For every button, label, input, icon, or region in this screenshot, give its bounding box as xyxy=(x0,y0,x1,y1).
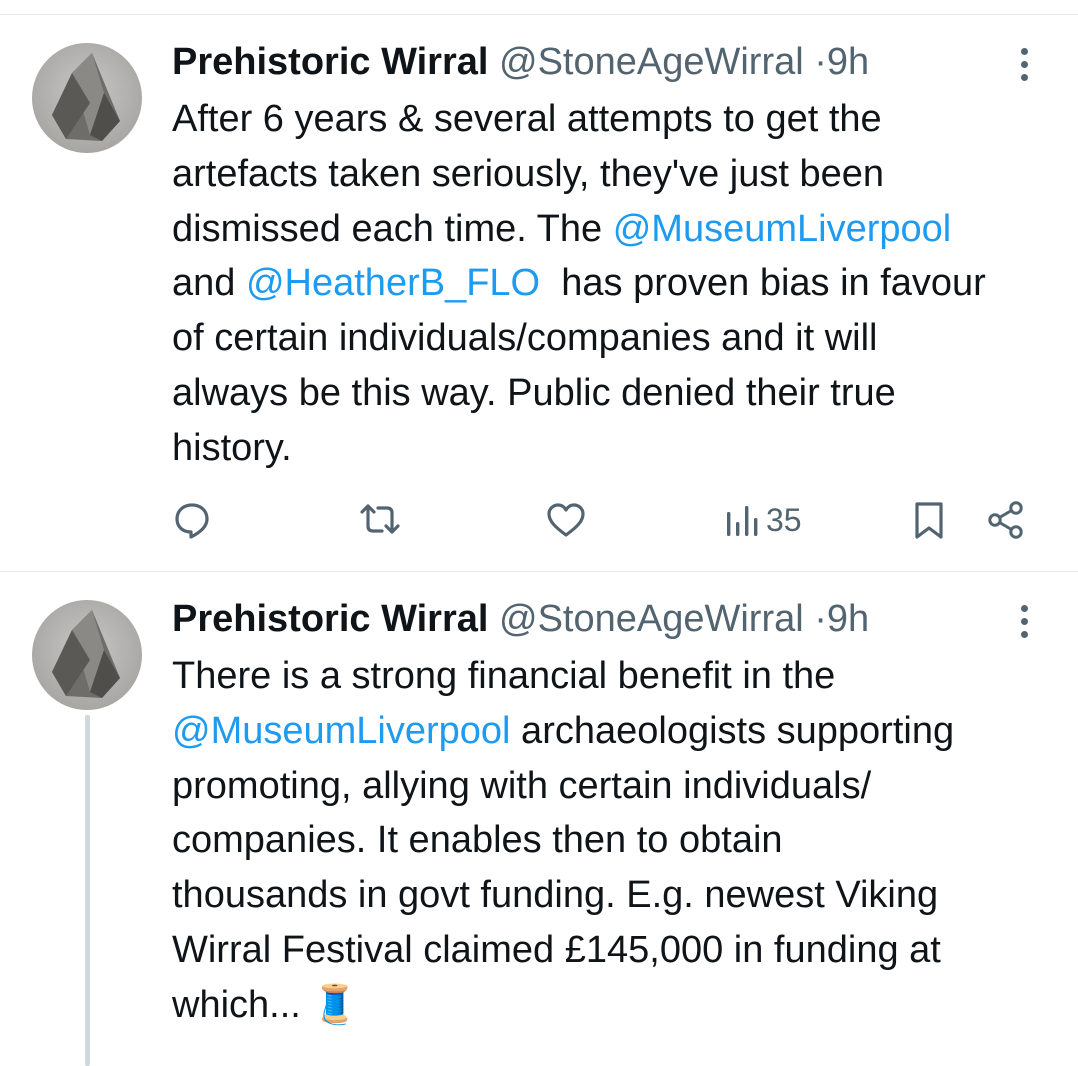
retweet-icon xyxy=(360,504,400,534)
separator-dot: · xyxy=(814,41,827,83)
more-options-icon[interactable] xyxy=(1014,48,1034,84)
tweet-header: Prehistoric Wirral @StoneAgeWirral ·9h xyxy=(172,597,869,641)
tweet-text-line: After 6 years & several attempts to get … xyxy=(172,98,882,140)
stone-artifact-image xyxy=(52,610,120,698)
tweet-header: Prehistoric Wirral @StoneAgeWirral ·9h xyxy=(172,40,869,84)
views-count: 35 xyxy=(766,501,802,538)
tweet-text-line: dismissed each time. The @MuseumLiverpoo… xyxy=(172,202,1052,257)
timestamp[interactable]: 9h xyxy=(827,41,869,83)
thread-line xyxy=(85,715,90,1066)
tweet-text-segment: archaeologists supporting xyxy=(510,709,955,752)
tweet-text-segment: which... xyxy=(172,983,312,1026)
tweet-text-line: @MuseumLiverpool archaeologists supporti… xyxy=(172,704,1072,759)
user-handle[interactable]: @StoneAgeWirral xyxy=(499,41,804,83)
tweet-text-line: of certain individuals/companies and it … xyxy=(172,317,878,360)
stone-artifact-image xyxy=(52,53,120,141)
tweet-text-line: history. xyxy=(172,426,292,469)
tweet-text-line: which... 🧵 xyxy=(172,978,1072,1033)
avatar[interactable] xyxy=(32,600,142,710)
reply-button[interactable] xyxy=(172,495,212,545)
thread-emoji: 🧵 xyxy=(311,983,359,1026)
bookmark-icon xyxy=(915,502,943,539)
display-name[interactable]: Prehistoric Wirral xyxy=(172,41,488,83)
bookmark-button[interactable] xyxy=(912,495,946,545)
reply-icon xyxy=(175,503,209,539)
tweet-text-line: companies. It enables then to obtain xyxy=(172,819,783,862)
tweet-text-line: and @HeatherB_FLO has proven bias in fav… xyxy=(172,256,1052,311)
tweet[interactable]: Prehistoric Wirral @StoneAgeWirral ·9h A… xyxy=(0,0,1078,570)
tweet-text-segment: has proven bias in favour xyxy=(540,262,986,305)
tweet-text-line: promoting, allying with certain individu… xyxy=(172,764,872,807)
views-button[interactable]: 35 xyxy=(724,495,802,545)
timestamp[interactable]: 9h xyxy=(827,598,869,640)
separator-dot: · xyxy=(814,598,827,640)
user-handle[interactable]: @StoneAgeWirral xyxy=(499,598,804,640)
share-button[interactable] xyxy=(986,495,1026,545)
tweet-text-line: Wirral Festival claimed £145,000 in fund… xyxy=(172,928,941,971)
mention-link[interactable]: @MuseumLiverpool xyxy=(613,208,952,250)
tweet-text: After 6 years & several attempts to get … xyxy=(172,92,1052,476)
views-icon xyxy=(727,506,758,536)
display-name[interactable]: Prehistoric Wirral xyxy=(172,598,488,640)
like-button[interactable] xyxy=(545,495,587,545)
mention-link[interactable]: @MuseumLiverpool xyxy=(172,710,511,752)
mention-link[interactable]: @HeatherB_FLO xyxy=(246,262,540,304)
tweet-actions: 35 xyxy=(0,495,1078,545)
tweet-text-segment: dismissed each time. The xyxy=(172,207,613,250)
tweet-text-line: always be this way. Public denied their … xyxy=(172,371,896,414)
tweet-text-line: thousands in govt funding. E.g. newest V… xyxy=(172,874,939,917)
share-icon xyxy=(988,501,1023,539)
tweet-text-segment: and xyxy=(172,262,246,305)
avatar[interactable] xyxy=(32,43,142,153)
tweet-text: There is a strong financial benefit in t… xyxy=(172,649,1072,1033)
heart-icon xyxy=(547,503,585,537)
more-options-icon[interactable] xyxy=(1014,605,1034,641)
tweet-text-line: There is a strong financial benefit in t… xyxy=(172,655,836,697)
tweet-text-line: artefacts taken seriously, they've just … xyxy=(172,152,885,195)
tweet[interactable]: Prehistoric Wirral @StoneAgeWirral ·9h T… xyxy=(0,557,1078,1066)
retweet-button[interactable] xyxy=(358,495,402,545)
